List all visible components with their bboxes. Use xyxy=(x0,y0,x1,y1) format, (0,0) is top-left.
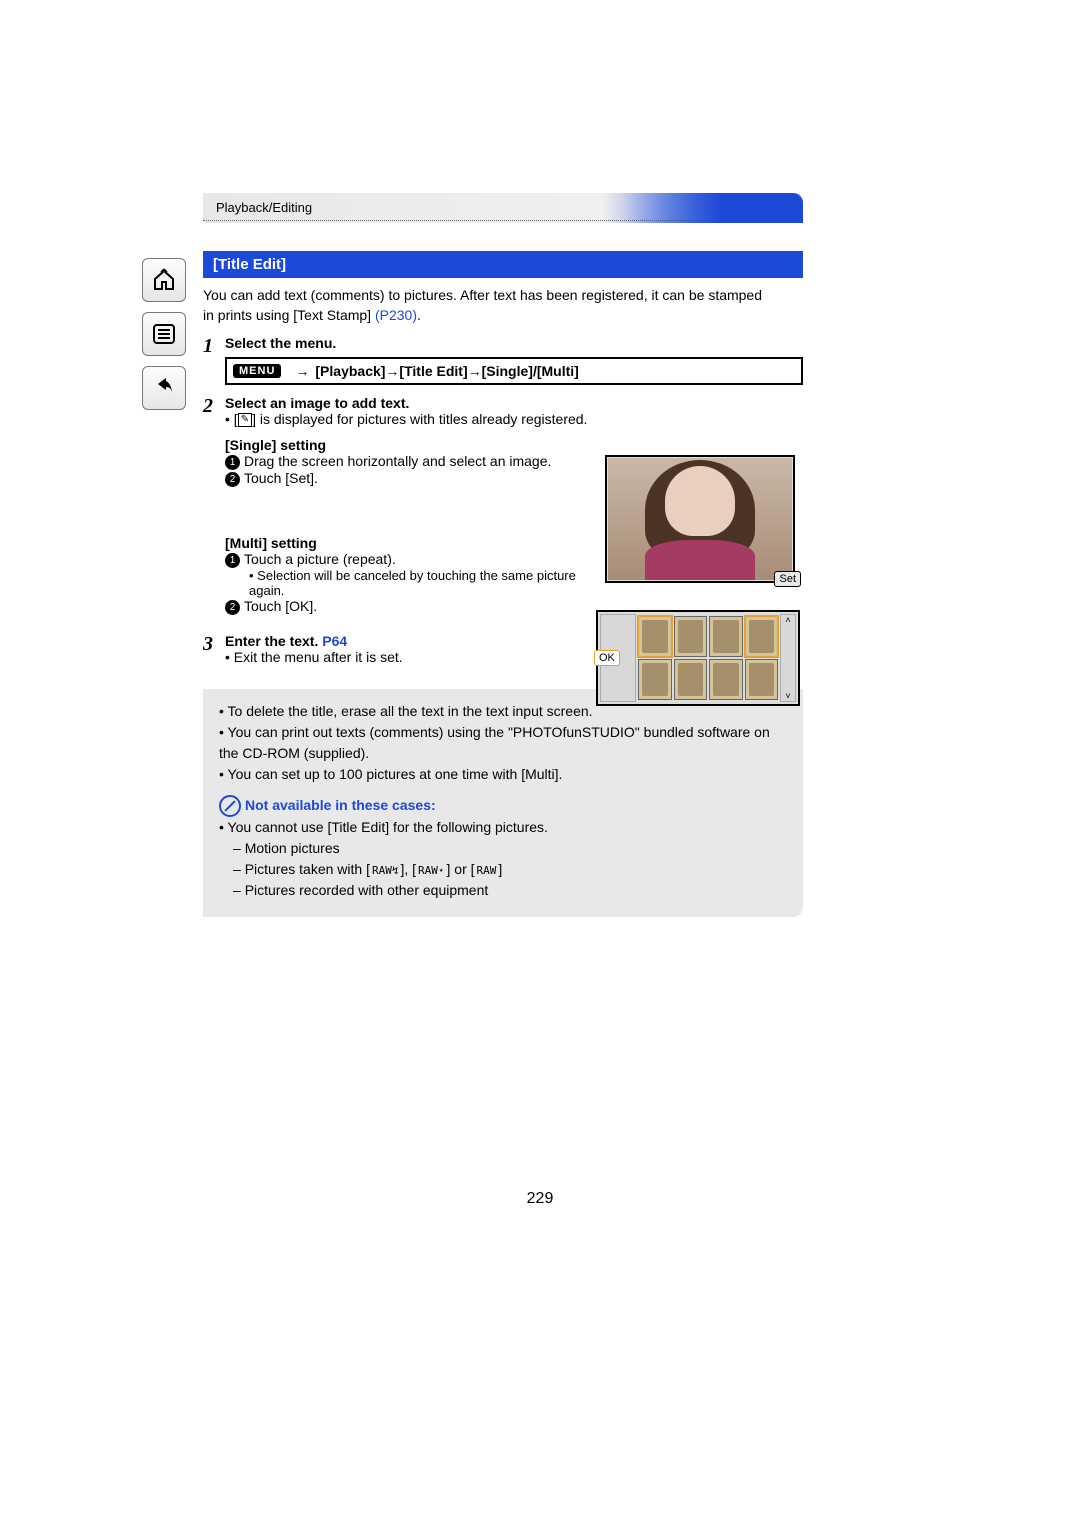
prohibit-icon xyxy=(219,795,241,817)
raw-standard-icon: RAW⋆ xyxy=(416,863,447,880)
arrow-icon: → xyxy=(295,363,309,379)
raw-fine-icon: RAW↯ xyxy=(370,863,401,880)
notes-box: To delete the title, erase all the text … xyxy=(203,689,803,917)
thumbnail[interactable] xyxy=(674,659,708,700)
thumbnail[interactable] xyxy=(709,659,743,700)
step-2-note: [✎] is displayed for pictures with title… xyxy=(225,411,803,427)
intro-text: You can add text (comments) to pictures.… xyxy=(203,286,803,325)
p64-link[interactable]: P64 xyxy=(322,633,347,649)
menu-path-box: MENU → [Playback]→[Title Edit]→[Single]/… xyxy=(225,357,803,385)
multi-step-1-sub: Selection will be canceled by touching t… xyxy=(249,568,589,598)
na-item-2: – Pictures taken with [RAW↯], [RAW⋆] or … xyxy=(233,859,787,880)
intro-line2b: . xyxy=(417,307,421,323)
thumbnail[interactable] xyxy=(638,616,672,657)
sidebar-nav xyxy=(142,258,188,420)
intro-line1: You can add text (comments) to pictures.… xyxy=(203,287,762,303)
not-available-intro: You cannot use [Title Edit] for the foll… xyxy=(219,817,787,838)
intro-line2a: in prints using [Text Stamp] xyxy=(203,307,375,323)
thumbnail[interactable] xyxy=(638,659,672,700)
note-3: You can set up to 100 pictures at one ti… xyxy=(219,764,787,785)
note-2: You can print out texts (comments) using… xyxy=(219,722,787,764)
scroll-up-icon[interactable]: ˄ xyxy=(785,615,790,625)
page-number: 229 xyxy=(0,1190,1080,1208)
ok-button[interactable]: OK xyxy=(594,650,620,666)
home-icon-button[interactable] xyxy=(142,258,186,302)
breadcrumb: Playback/Editing xyxy=(216,200,312,215)
section-title: [Title Edit] xyxy=(203,251,803,278)
step-3-title-a: Enter the text. xyxy=(225,633,322,649)
single-setting-screenshot: Set xyxy=(605,455,795,583)
set-button[interactable]: Set xyxy=(774,571,801,587)
text-stamp-link[interactable]: (P230) xyxy=(375,307,417,323)
thumbnail[interactable] xyxy=(709,616,743,657)
step-2-number: 2 xyxy=(203,395,225,614)
multi-setting-screenshot: OK ˄ ˅ xyxy=(596,610,800,706)
step-1-number: 1 xyxy=(203,335,225,385)
thumbnail[interactable] xyxy=(745,659,779,700)
single-setting-title: [Single] setting xyxy=(225,437,803,453)
lines-icon xyxy=(152,323,176,345)
step-1: 1 Select the menu. MENU → [Playback]→[Ti… xyxy=(203,335,803,385)
step-3-number: 3 xyxy=(203,633,225,665)
step-2-title: Select an image to add text. xyxy=(225,395,803,411)
na-item-3: – Pictures recorded with other equipment xyxy=(233,880,787,901)
scroll-down-icon[interactable]: ˅ xyxy=(785,691,790,701)
menu-path: [Playback]→[Title Edit]→[Single]/[Multi] xyxy=(315,363,578,379)
na-item-1: – Motion pictures xyxy=(233,838,787,859)
back-icon-button[interactable] xyxy=(142,366,186,410)
home-icon xyxy=(152,268,176,292)
thumbnail-scrollbar[interactable]: ˄ ˅ xyxy=(780,614,796,702)
not-available-title: Not available in these cases: xyxy=(219,795,787,817)
thumbnail[interactable] xyxy=(745,616,779,657)
menu-chip: MENU xyxy=(233,364,281,378)
step-1-title: Select the menu. xyxy=(225,335,336,351)
contents-icon-button[interactable] xyxy=(142,312,186,356)
raw-icon: RAW xyxy=(475,863,499,880)
thumbnail[interactable] xyxy=(674,616,708,657)
title-registered-icon: ✎ xyxy=(238,413,252,427)
back-arrow-icon xyxy=(152,376,176,400)
breadcrumb-bar: Playback/Editing xyxy=(203,193,803,223)
thumbnail-grid xyxy=(638,616,778,700)
